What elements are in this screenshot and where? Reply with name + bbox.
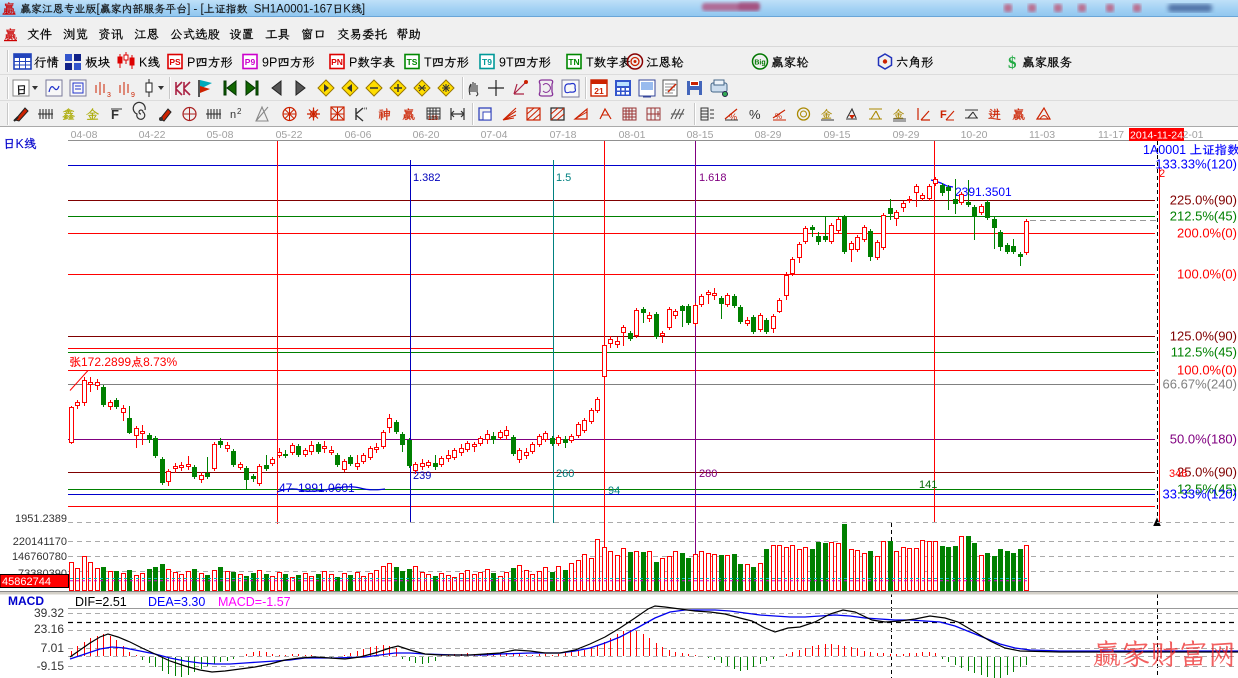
- svg-text:112.5%(45): 112.5%(45): [1171, 345, 1237, 360]
- svg-text:100.0%(0): 100.0%(0): [1177, 267, 1237, 282]
- svg-text:8.73%: 8.73%: [143, 355, 177, 369]
- svg-text:11-17: 11-17: [1098, 129, 1124, 141]
- svg-text:280: 280: [699, 468, 717, 480]
- svg-text:06-06: 06-06: [345, 129, 372, 141]
- svg-text:141: 141: [919, 479, 937, 491]
- svg-text:": ": [364, 106, 367, 116]
- svg-text:T: T: [424, 56, 432, 70]
- svg-text:3: 3: [107, 92, 111, 99]
- svg-text:33.33%(120): 33.33%(120): [1163, 487, 1237, 502]
- svg-text:P: P: [349, 56, 357, 70]
- svg-text:50.0%(180): 50.0%(180): [1170, 432, 1237, 447]
- svg-text:94: 94: [608, 485, 620, 497]
- svg-text:100.0%(0): 100.0%(0): [1177, 363, 1237, 378]
- svg-text:$: $: [1008, 53, 1017, 72]
- svg-text:P: P: [187, 56, 195, 70]
- svg-text:Big: Big: [754, 60, 765, 67]
- svg-text:212.5%(45): 212.5%(45): [1170, 209, 1237, 224]
- svg-text:T9: T9: [482, 57, 492, 67]
- svg-text:DIF=2.51: DIF=2.51: [75, 595, 127, 609]
- svg-text:1A0001: 1A0001: [1143, 143, 1186, 157]
- svg-text:47: 47: [279, 481, 293, 495]
- svg-text:04-08: 04-08: [71, 129, 98, 141]
- svg-text:2-01: 2-01: [1182, 129, 1203, 141]
- svg-text:39.32: 39.32: [34, 606, 64, 620]
- svg-text:133.33%(120): 133.33%(120): [1155, 157, 1237, 172]
- svg-text:123: 123: [428, 116, 439, 122]
- svg-text:-9.15: -9.15: [37, 659, 65, 673]
- svg-text:]: ]: [362, 4, 365, 16]
- svg-text:K: K: [343, 4, 351, 16]
- svg-text:07-04: 07-04: [481, 129, 508, 141]
- svg-text:%: %: [749, 107, 761, 122]
- svg-text:172.2899: 172.2899: [81, 355, 131, 369]
- svg-text:125.0%(90): 125.0%(90): [1170, 329, 1237, 344]
- svg-text:220141170: 220141170: [13, 536, 67, 548]
- svg-text:09-29: 09-29: [893, 129, 920, 141]
- svg-text:K: K: [139, 56, 148, 70]
- svg-text:07-18: 07-18: [550, 129, 577, 141]
- svg-text:n: n: [230, 109, 236, 121]
- svg-text:9P: 9P: [262, 56, 277, 70]
- svg-text:45862744: 45862744: [2, 576, 51, 588]
- svg-text:21: 21: [594, 86, 604, 96]
- svg-text:9T: 9T: [499, 56, 514, 70]
- svg-text:09-15: 09-15: [824, 129, 851, 141]
- svg-text:200.0%(0): 200.0%(0): [1177, 226, 1237, 241]
- svg-text:06-20: 06-20: [413, 129, 440, 141]
- svg-text:23.16: 23.16: [34, 622, 64, 636]
- svg-text:2014-11-24: 2014-11-24: [1130, 130, 1183, 142]
- svg-text:7.01: 7.01: [41, 641, 65, 655]
- svg-text:260: 260: [556, 468, 574, 480]
- svg-text:146760780: 146760780: [12, 551, 67, 563]
- svg-text:-: -: [194, 4, 198, 16]
- svg-text:08-15: 08-15: [687, 129, 714, 141]
- svg-text:1.382: 1.382: [413, 172, 441, 184]
- svg-text:225.0%(90): 225.0%(90): [1170, 193, 1237, 208]
- svg-text:SH1A0001-167: SH1A0001-167: [254, 4, 333, 16]
- svg-text:346: 346: [1169, 468, 1187, 480]
- svg-text:08-01: 08-01: [619, 129, 646, 141]
- svg-text:]: ]: [187, 4, 190, 16]
- svg-text:MACD=-1.57: MACD=-1.57: [218, 595, 291, 609]
- svg-text:K: K: [16, 137, 25, 151]
- svg-text:PS: PS: [169, 57, 181, 67]
- svg-text:66.67%(240): 66.67%(240): [1163, 377, 1237, 392]
- svg-text:T: T: [586, 56, 594, 70]
- svg-text:P9: P9: [245, 57, 256, 67]
- svg-text:2: 2: [1159, 168, 1165, 180]
- svg-text:9: 9: [131, 92, 135, 99]
- svg-text:F: F: [940, 109, 947, 121]
- svg-text:08-29: 08-29: [755, 129, 782, 141]
- svg-text:-1991.0601: -1991.0601: [294, 481, 355, 495]
- svg-text:04-22: 04-22: [139, 129, 166, 141]
- svg-text:1.5: 1.5: [556, 172, 571, 184]
- svg-text:TS: TS: [407, 57, 418, 67]
- svg-text:PN: PN: [331, 57, 343, 67]
- svg-text:10-20: 10-20: [961, 129, 988, 141]
- svg-text:05-22: 05-22: [276, 129, 303, 141]
- svg-text:05-08: 05-08: [207, 129, 234, 141]
- svg-text:TN: TN: [568, 57, 579, 67]
- svg-text:11-03: 11-03: [1029, 129, 1055, 141]
- svg-text:DEA=3.30: DEA=3.30: [148, 595, 205, 609]
- svg-text:1.618: 1.618: [699, 172, 727, 184]
- svg-text:2: 2: [237, 107, 242, 116]
- svg-text:1951.2389: 1951.2389: [15, 513, 67, 525]
